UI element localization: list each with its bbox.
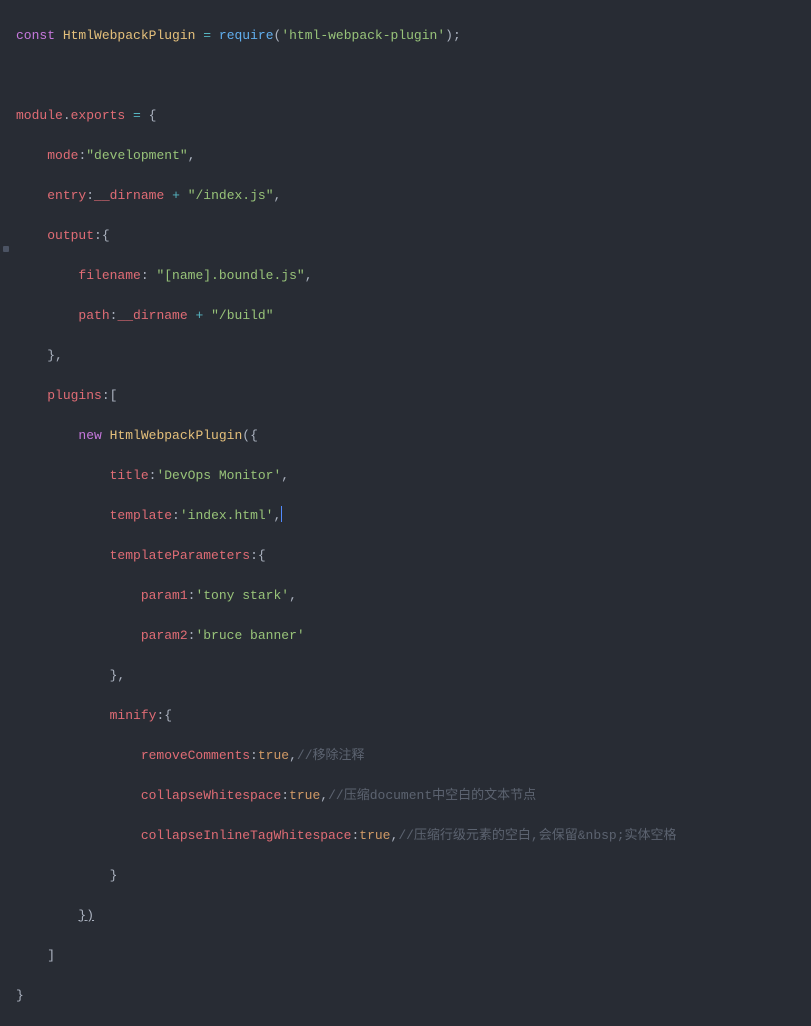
code-line: output:{ [16,226,811,246]
code-line: mode:"development", [16,146,811,166]
gutter-breakpoint-marker[interactable] [3,246,9,252]
code-line: entry:__dirname + "/index.js", [16,186,811,206]
code-line: new HtmlWebpackPlugin({ [16,426,811,446]
code-area[interactable]: const HtmlWebpackPlugin = require('html-… [0,6,811,1026]
editor-gutter [0,6,14,1026]
code-line: minify:{ [16,706,811,726]
code-line: param1:'tony stark', [16,586,811,606]
code-line: }) [16,906,811,926]
code-line: module.exports = { [16,106,811,126]
code-line: }, [16,346,811,366]
code-line: ] [16,946,811,966]
code-line: param2:'bruce banner' [16,626,811,646]
code-line [16,66,811,86]
code-line: template:'index.html', [16,506,811,526]
code-editor[interactable]: const HtmlWebpackPlugin = require('html-… [0,6,811,1026]
code-line: const HtmlWebpackPlugin = require('html-… [16,26,811,46]
code-line: } [16,866,811,886]
code-line: } [16,986,811,1006]
code-line: title:'DevOps Monitor', [16,466,811,486]
code-line: removeComments:true,//移除注释 [16,746,811,766]
code-line: collapseWhitespace:true,//压缩document中空白的… [16,786,811,806]
text-cursor [281,506,282,522]
code-line: templateParameters:{ [16,546,811,566]
code-line: plugins:[ [16,386,811,406]
code-line: path:__dirname + "/build" [16,306,811,326]
code-line: filename: "[name].boundle.js", [16,266,811,286]
code-line: }, [16,666,811,686]
code-line: collapseInlineTagWhitespace:true,//压缩行级元… [16,826,811,846]
